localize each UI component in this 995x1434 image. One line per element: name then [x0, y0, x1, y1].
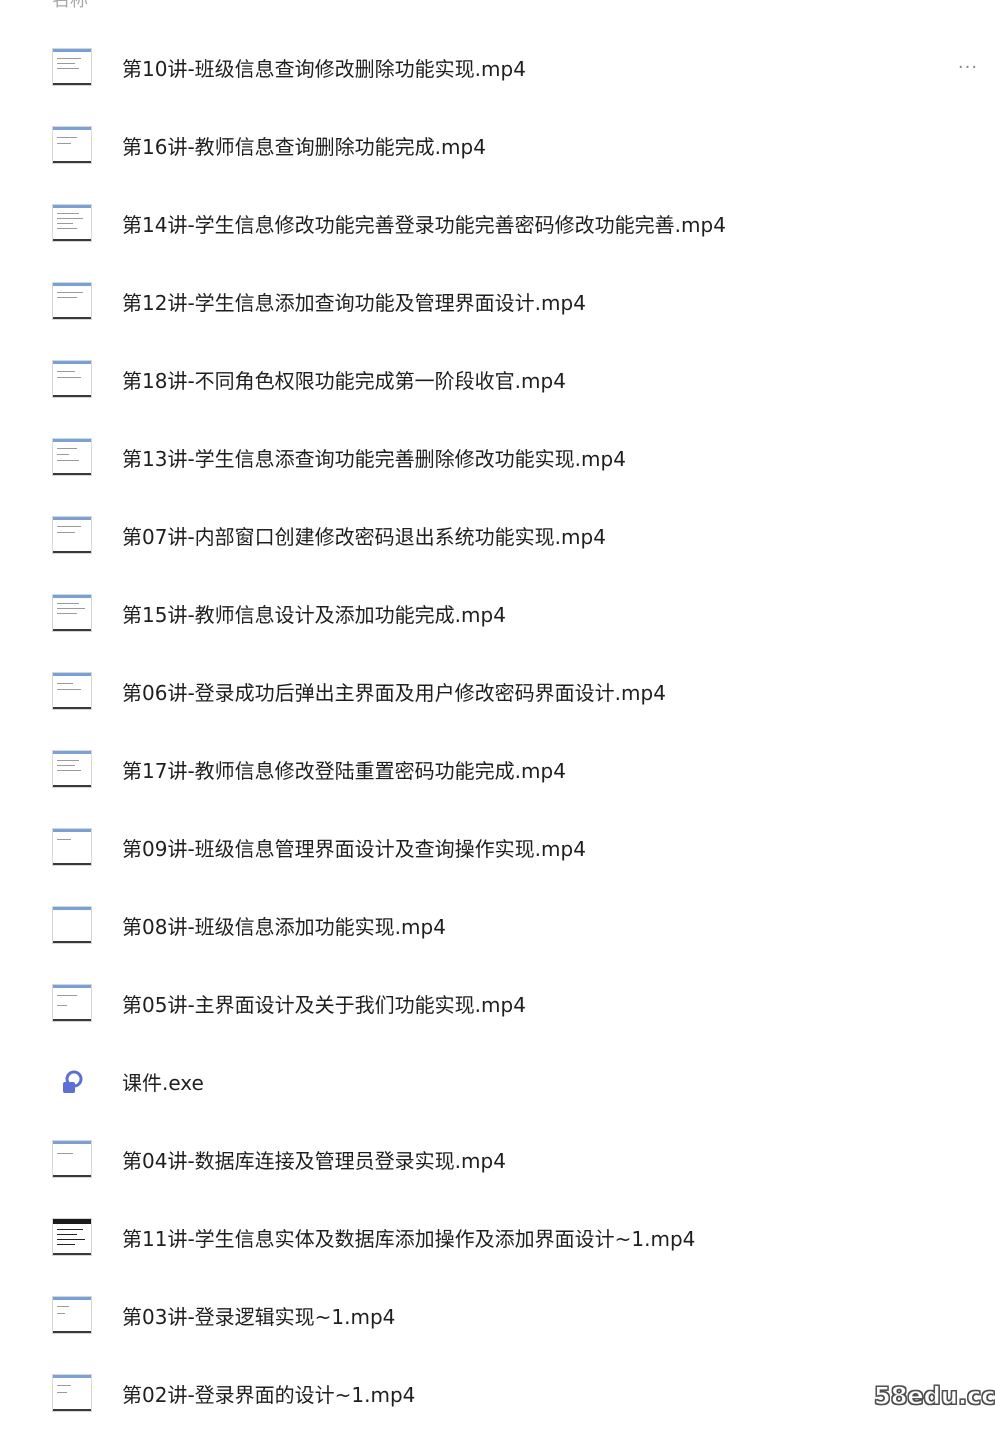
video-thumbnail-icon — [52, 1140, 92, 1178]
file-name: 第12讲-学生信息添加查询功能及管理界面设计.mp4 — [122, 291, 586, 315]
file-row[interactable]: 第15讲-教师信息设计及添加功能完成.mp4 — [0, 576, 995, 654]
video-thumbnail-icon — [52, 984, 92, 1022]
video-thumbnail-icon — [52, 1296, 92, 1334]
file-name: 第14讲-学生信息修改功能完善登录功能完善密码修改功能完善.mp4 — [122, 213, 726, 237]
file-list: 第10讲-班级信息查询修改删除功能实现.mp4 ··· 第16讲-教师信息查询删… — [0, 30, 995, 1434]
file-row[interactable]: 第18讲-不同角色权限功能完成第一阶段收官.mp4 — [0, 342, 995, 420]
video-thumbnail-icon — [52, 48, 92, 86]
file-row[interactable]: 课件.exe — [0, 1044, 995, 1122]
video-thumbnail-icon — [52, 906, 92, 944]
file-name: 第02讲-登录界面的设计~1.mp4 — [122, 1383, 416, 1407]
watermark: 58edu.cc — [874, 1382, 995, 1411]
file-row[interactable]: 第03讲-登录逻辑实现~1.mp4 — [0, 1278, 995, 1356]
file-row[interactable]: 第11讲-学生信息实体及数据库添加操作及添加界面设计~1.mp4 — [0, 1200, 995, 1278]
file-row[interactable]: 第09讲-班级信息管理界面设计及查询操作实现.mp4 — [0, 810, 995, 888]
file-row[interactable]: 第12讲-学生信息添加查询功能及管理界面设计.mp4 — [0, 264, 995, 342]
video-thumbnail-icon — [52, 438, 92, 476]
file-name: 第07讲-内部窗口创建修改密码退出系统功能实现.mp4 — [122, 525, 606, 549]
file-row[interactable]: 第08讲-班级信息添加功能实现.mp4 — [0, 888, 995, 966]
file-name: 第16讲-教师信息查询删除功能完成.mp4 — [122, 135, 486, 159]
video-thumbnail-icon — [52, 126, 92, 164]
file-name: 第06讲-登录成功后弹出主界面及用户修改密码界面设计.mp4 — [122, 681, 666, 705]
file-name: 第04讲-数据库连接及管理员登录实现.mp4 — [122, 1149, 506, 1173]
video-thumbnail-icon — [52, 204, 92, 242]
video-thumbnail-icon — [52, 1374, 92, 1412]
file-row[interactable]: 第14讲-学生信息修改功能完善登录功能完善密码修改功能完善.mp4 — [0, 186, 995, 264]
file-name: 第15讲-教师信息设计及添加功能完成.mp4 — [122, 603, 506, 627]
file-row[interactable]: 第02讲-登录界面的设计~1.mp4 — [0, 1356, 995, 1434]
file-row[interactable]: 第04讲-数据库连接及管理员登录实现.mp4 — [0, 1122, 995, 1200]
file-row[interactable]: 第13讲-学生信息添查询功能完善删除修改功能实现.mp4 — [0, 420, 995, 498]
more-options-icon[interactable]: ··· — [952, 56, 984, 80]
video-thumbnail-icon — [52, 594, 92, 632]
file-name: 第08讲-班级信息添加功能实现.mp4 — [122, 915, 446, 939]
file-row[interactable]: 第16讲-教师信息查询删除功能完成.mp4 — [0, 108, 995, 186]
file-name: 第17讲-教师信息修改登陆重置密码功能完成.mp4 — [122, 759, 566, 783]
file-name: 第09讲-班级信息管理界面设计及查询操作实现.mp4 — [122, 837, 586, 861]
file-name: 课件.exe — [122, 1071, 204, 1095]
video-thumbnail-icon — [52, 516, 92, 554]
video-thumbnail-icon — [52, 750, 92, 788]
file-row[interactable]: 第05讲-主界面设计及关于我们功能实现.mp4 — [0, 966, 995, 1044]
file-name: 第03讲-登录逻辑实现~1.mp4 — [122, 1305, 396, 1329]
file-row[interactable]: 第07讲-内部窗口创建修改密码退出系统功能实现.mp4 — [0, 498, 995, 576]
video-thumbnail-icon — [52, 1218, 92, 1256]
file-name: 第10讲-班级信息查询修改删除功能实现.mp4 — [122, 57, 526, 81]
file-row[interactable]: 第06讲-登录成功后弹出主界面及用户修改密码界面设计.mp4 — [0, 654, 995, 732]
file-name: 第05讲-主界面设计及关于我们功能实现.mp4 — [122, 993, 526, 1017]
name-column-header[interactable]: 名称 — [52, 0, 88, 12]
file-name: 第13讲-学生信息添查询功能完善删除修改功能实现.mp4 — [122, 447, 626, 471]
file-row[interactable]: 第10讲-班级信息查询修改删除功能实现.mp4 ··· — [0, 30, 995, 108]
exe-program-icon — [63, 1070, 83, 1093]
file-row[interactable]: 第17讲-教师信息修改登陆重置密码功能完成.mp4 — [0, 732, 995, 810]
video-thumbnail-icon — [52, 282, 92, 320]
video-thumbnail-icon — [52, 672, 92, 710]
file-name: 第18讲-不同角色权限功能完成第一阶段收官.mp4 — [122, 369, 566, 393]
file-name: 第11讲-学生信息实体及数据库添加操作及添加界面设计~1.mp4 — [122, 1227, 696, 1251]
video-thumbnail-icon — [52, 828, 92, 866]
video-thumbnail-icon — [52, 360, 92, 398]
